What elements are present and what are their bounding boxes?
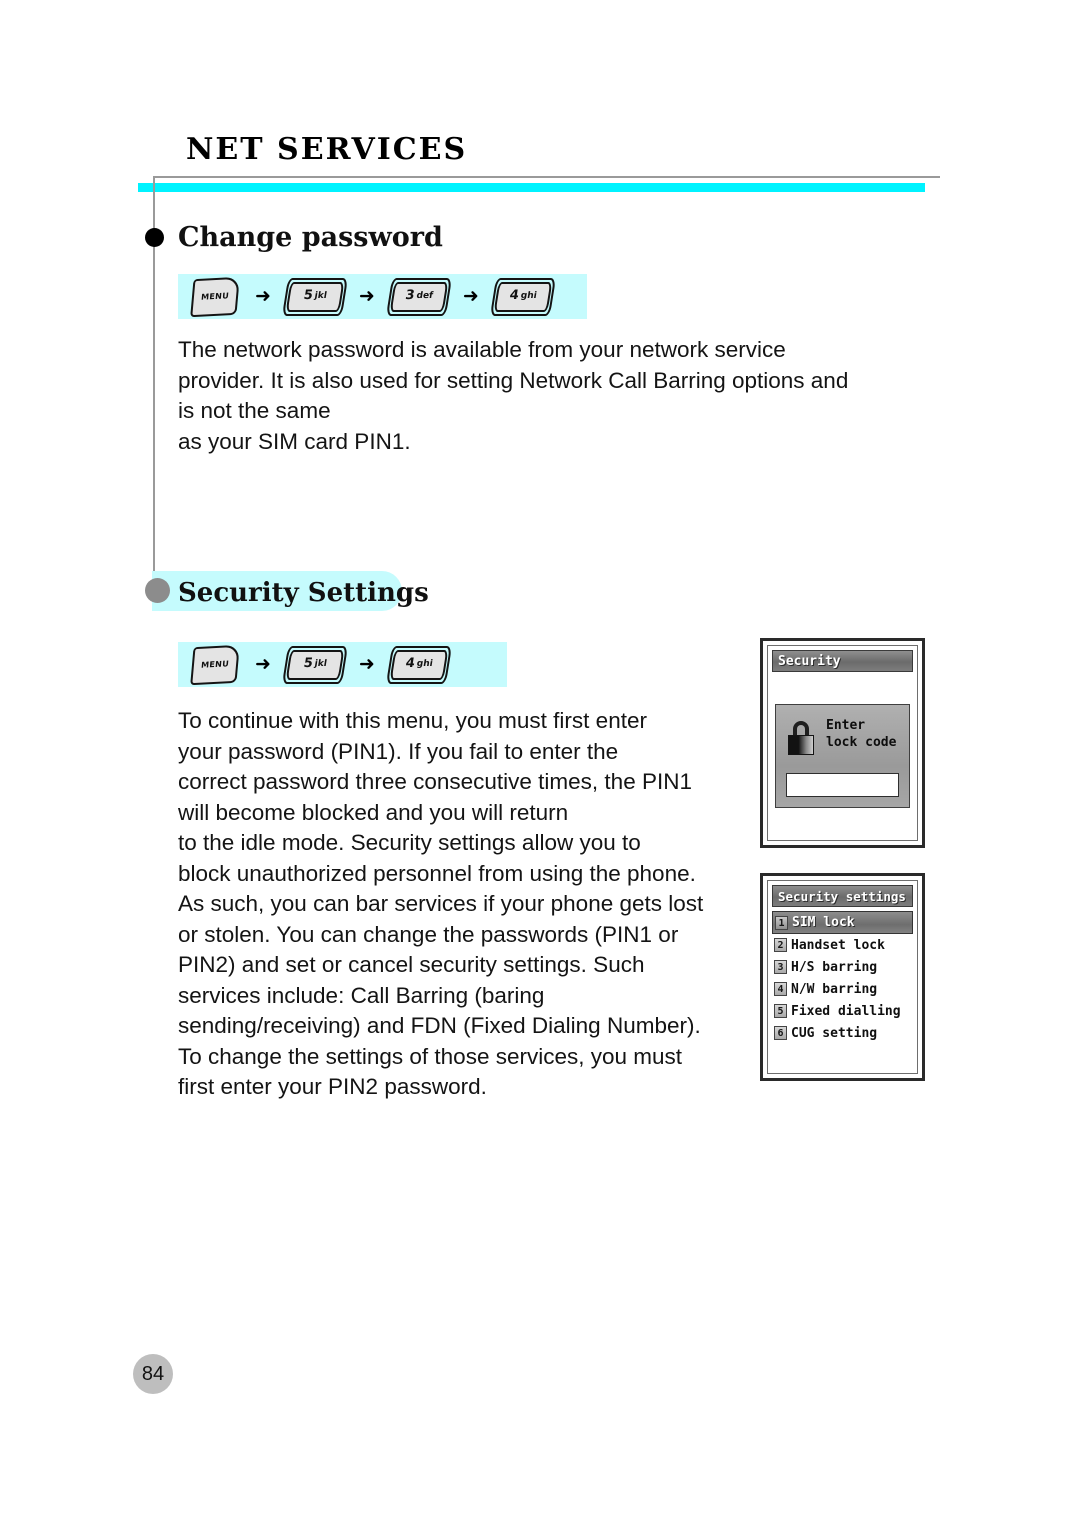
heading-security-settings: Security Settings: [178, 578, 429, 608]
body-change-password: The network password is available from y…: [178, 337, 849, 454]
key-4-digit: 4: [404, 655, 416, 671]
phone-screen: Security Enter lock code: [767, 645, 918, 841]
menu-item-label: CUG setting: [791, 1025, 878, 1041]
menu-key-icon: MENU: [190, 276, 240, 317]
chapter-title: NET SERVICES: [186, 132, 468, 167]
menu-item-fixed-dialling[interactable]: 5 Fixed dialling: [772, 1000, 913, 1022]
section-bullet-change-password: [145, 228, 164, 247]
menu-item-sim-lock[interactable]: 1 SIM lock: [772, 911, 913, 934]
key-4-digit: 4: [508, 287, 520, 303]
lock-code-input[interactable]: [786, 773, 899, 797]
key-sequence-change-password: MENU ➜ 5jkl ➜ 3def ➜ 4ghi: [178, 274, 587, 319]
phone-title-security-settings: Security settings: [772, 885, 913, 907]
menu-item-cug-setting[interactable]: 6 CUG setting: [772, 1022, 913, 1044]
menu-item-label: SIM lock: [792, 915, 855, 930]
key-4-icon: 4ghi: [389, 649, 449, 680]
menu-item-handset-lock[interactable]: 2 Handset lock: [772, 934, 913, 956]
key-3-letters: def: [415, 290, 434, 301]
phone-screen: Security settings 1 SIM lock 2 Handset l…: [767, 880, 918, 1074]
padlock-icon: [788, 721, 814, 755]
key-4-letters: ghi: [519, 290, 538, 301]
security-settings-menu-list: 1 SIM lock 2 Handset lock 3 H/S barring …: [772, 911, 913, 1044]
lock-code-dialog: Enter lock code: [775, 704, 910, 808]
menu-item-number: 6: [774, 1026, 787, 1040]
menu-item-number: 2: [774, 938, 787, 952]
menu-item-label: N/W barring: [791, 981, 878, 997]
menu-key-icon: MENU: [190, 644, 240, 685]
phone-screenshot-security-lock-code: Security Enter lock code: [760, 638, 925, 848]
header-rule: [153, 176, 940, 178]
phone-title-security: Security: [772, 650, 913, 672]
key-5-letters: jkl: [313, 290, 328, 301]
key-sequence-security-settings: MENU ➜ 5jkl ➜ 4ghi: [178, 642, 507, 687]
body-security-settings: To continue with this menu, you must fir…: [178, 708, 704, 1099]
header-accent-bar: [138, 183, 925, 192]
menu-item-number: 5: [774, 1004, 787, 1018]
key-3-icon: 3def: [389, 281, 449, 312]
menu-item-label: Fixed dialling: [791, 1003, 901, 1019]
page-number-badge: 84: [133, 1354, 173, 1394]
key-5-icon: 5jkl: [285, 281, 345, 312]
phone-screenshot-security-settings-menu: Security settings 1 SIM lock 2 Handset l…: [760, 873, 925, 1081]
lock-code-prompt: Enter lock code: [826, 718, 897, 750]
menu-item-number: 4: [774, 982, 787, 996]
section-bullet-security-settings: [145, 578, 170, 603]
menu-item-label: Handset lock: [791, 937, 885, 953]
menu-item-number: 1: [775, 915, 788, 930]
manual-page: NET SERVICES Change password MENU ➜ 5jkl…: [0, 0, 1080, 1527]
arrow-right-icon: ➜: [358, 654, 375, 675]
menu-item-label: H/S barring: [791, 959, 878, 975]
key-5-digit: 5: [302, 655, 314, 671]
key-5-icon: 5jkl: [285, 649, 345, 680]
heading-change-password: Change password: [178, 222, 443, 253]
key-4-icon: 4ghi: [493, 281, 553, 312]
key-4-letters: ghi: [415, 658, 434, 669]
arrow-right-icon: ➜: [358, 286, 375, 307]
key-5-digit: 5: [302, 287, 314, 303]
menu-item-number: 3: [774, 960, 787, 974]
padlock-body: [788, 735, 814, 755]
arrow-right-icon: ➜: [462, 286, 479, 307]
menu-item-hs-barring[interactable]: 3 H/S barring: [772, 956, 913, 978]
key-5-letters: jkl: [313, 658, 328, 669]
arrow-right-icon: ➜: [255, 286, 271, 307]
arrow-right-icon: ➜: [255, 654, 271, 675]
menu-item-nw-barring[interactable]: 4 N/W barring: [772, 978, 913, 1000]
key-3-digit: 3: [404, 287, 416, 303]
